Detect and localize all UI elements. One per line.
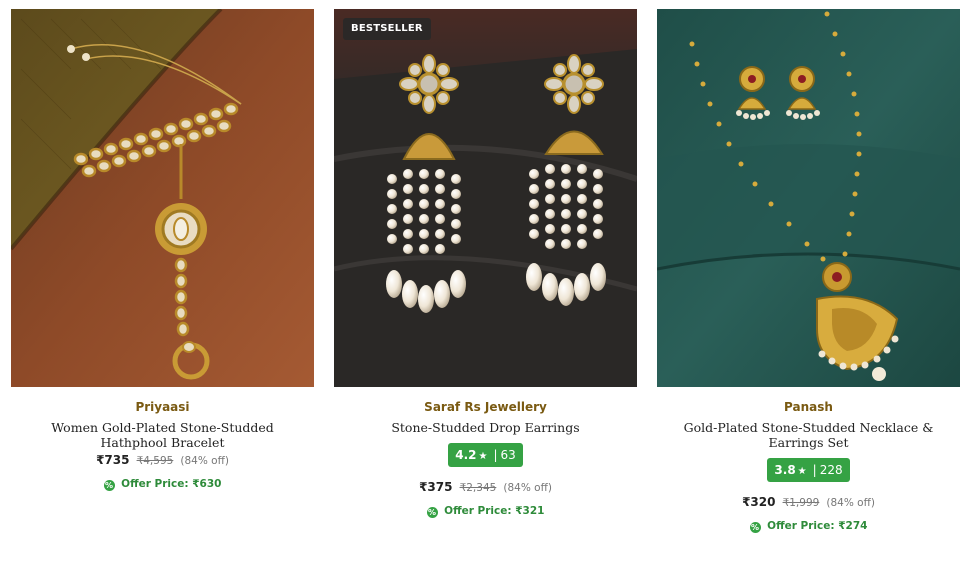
offer-price-label: Offer Price: — [767, 520, 835, 532]
offer-price-label: Offer Price: — [121, 478, 189, 490]
product-card[interactable]: BESTSELLER Saraf Rs Jewellery Stone-Stud… — [334, 9, 637, 518]
offer-price-value: ₹274 — [838, 520, 868, 532]
rating-separator: | — [493, 448, 498, 462]
discount-percent: (84% off) — [503, 482, 552, 494]
original-price: ₹4,595 — [136, 455, 174, 467]
rating-badge[interactable]: 3.8 ★ | 228 — [767, 458, 850, 482]
rating-score: 3.8 — [774, 463, 796, 477]
original-price: ₹1,999 — [782, 497, 820, 509]
original-price: ₹2,345 — [459, 482, 497, 494]
product-info: Saraf Rs Jewellery Stone-Studded Drop Ea… — [334, 400, 637, 518]
rating-wrap: 3.8 ★ | 228 — [659, 458, 958, 482]
offer-tag-icon: % — [103, 480, 115, 491]
necklace-earrings-set-image — [657, 9, 960, 387]
star-icon: ★ — [797, 466, 807, 477]
product-name[interactable]: Women Gold-Plated Stone-Studded Hathphoo… — [13, 420, 312, 450]
offer-tag-icon: % — [749, 522, 761, 533]
product-image[interactable] — [657, 9, 960, 387]
offer-price-label: Offer Price: — [444, 505, 512, 517]
product-card[interactable]: Priyaasi Women Gold-Plated Stone-Studded… — [11, 9, 314, 491]
product-info: Priyaasi Women Gold-Plated Stone-Studded… — [11, 400, 314, 491]
product-brand: Saraf Rs Jewellery — [424, 400, 547, 414]
selling-price: ₹735 — [96, 453, 130, 467]
offer-price-row: % Offer Price: ₹321 — [336, 504, 635, 518]
product-brand: Panash — [784, 400, 833, 414]
product-card[interactable]: Panash Gold-Plated Stone-Studded Necklac… — [657, 9, 960, 533]
hathphool-bracelet-image — [11, 9, 314, 387]
product-info: Panash Gold-Plated Stone-Studded Necklac… — [657, 400, 960, 533]
offer-tag-icon: % — [426, 507, 438, 518]
product-grid: Priyaasi Women Gold-Plated Stone-Studded… — [0, 0, 972, 562]
product-image[interactable] — [11, 9, 314, 387]
discount-percent: (84% off) — [180, 455, 229, 467]
price-row: ₹735 ₹4,595 (84% off) — [13, 451, 312, 469]
product-image[interactable]: BESTSELLER — [334, 9, 637, 387]
selling-price: ₹320 — [742, 495, 776, 509]
offer-price-value: ₹321 — [515, 505, 545, 517]
price-row: ₹320 ₹1,999 (84% off) — [659, 493, 958, 511]
rating-separator: | — [812, 463, 817, 477]
rating-count: 228 — [819, 463, 843, 477]
product-name[interactable]: Stone-Studded Drop Earrings — [336, 420, 635, 435]
price-row: ₹375 ₹2,345 (84% off) — [336, 478, 635, 496]
offer-price-value: ₹630 — [192, 478, 222, 490]
rating-count: 63 — [500, 448, 516, 462]
offer-price-row: % Offer Price: ₹274 — [659, 519, 958, 533]
rating-score: 4.2 — [455, 448, 477, 462]
offer-price-row: % Offer Price: ₹630 — [13, 477, 312, 491]
star-icon: ★ — [478, 451, 488, 462]
product-brand: Priyaasi — [135, 400, 190, 414]
bestseller-badge: BESTSELLER — [343, 18, 431, 40]
selling-price: ₹375 — [419, 480, 453, 494]
drop-earrings-image — [334, 9, 637, 387]
product-name[interactable]: Gold-Plated Stone-Studded Necklace & Ear… — [659, 420, 958, 450]
discount-percent: (84% off) — [826, 497, 875, 509]
rating-badge[interactable]: 4.2 ★ | 63 — [448, 443, 523, 467]
rating-wrap: 4.2 ★ | 63 — [336, 443, 635, 467]
